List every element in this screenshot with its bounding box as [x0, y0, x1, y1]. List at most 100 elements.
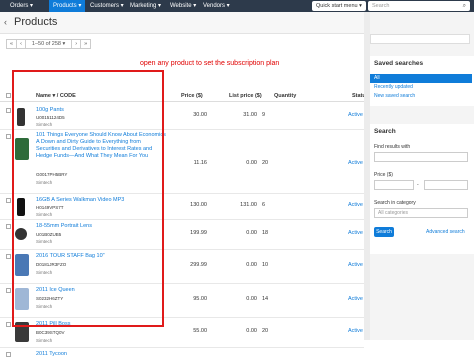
saved-search-all[interactable]: All [370, 74, 472, 83]
products-main: « ‹ 1–50 of 258 ▾ › » open any product t… [0, 34, 369, 357]
table-row[interactable]: 2011 Pill Boss B0C39STQ0V Simtech 55.00 … [0, 318, 367, 348]
table-row[interactable]: 2011 Tycoon [0, 348, 364, 362]
quantity-value[interactable]: 9 [262, 112, 296, 118]
nav-products[interactable]: Products ▾ [49, 0, 86, 12]
nav-website[interactable]: Website ▾ [166, 0, 200, 12]
product-thumbnail[interactable] [15, 138, 29, 160]
list-price-value[interactable]: 131.00 [223, 202, 257, 208]
pager-range-select[interactable]: 1–50 of 258 ▾ [26, 40, 73, 48]
column-name[interactable]: Name ▾ / CODE [36, 93, 76, 99]
product-name-link[interactable]: 2011 Pill Boss [36, 321, 166, 328]
price-value[interactable]: 11.16 [173, 160, 207, 166]
page-title: Products [14, 16, 58, 28]
pager-last-button[interactable]: » [81, 40, 90, 48]
top-search-input[interactable]: Search ⌕ [368, 1, 470, 11]
product-code: U00151124D5 [36, 115, 65, 120]
annotation-text: open any product to set the subscription… [140, 60, 280, 67]
product-thumbnail[interactable] [17, 108, 25, 126]
row-checkbox[interactable] [6, 254, 11, 259]
product-name-link[interactable]: 101 Things Everyone Should Know About Ec… [36, 132, 166, 160]
table-header: Name ▾ / CODE Price ($) List price ($) Q… [0, 90, 369, 102]
product-name-link[interactable]: 18-55mm Portrait Lens [36, 223, 166, 230]
search-icon[interactable]: ⌕ [463, 1, 466, 11]
nav-marketing[interactable]: Marketing ▾ [126, 0, 165, 12]
pager-first-button[interactable]: « [7, 40, 18, 48]
price-value[interactable]: 130.00 [173, 202, 207, 208]
price-value[interactable]: 299.99 [173, 262, 207, 268]
back-arrow-icon[interactable]: ‹ [4, 17, 7, 27]
price-label: Price ($) [374, 172, 393, 178]
saved-search-recently-updated[interactable]: Recently updated [370, 83, 472, 92]
price-value[interactable]: 55.00 [173, 328, 207, 334]
quantity-value[interactable]: 18 [262, 230, 296, 236]
list-price-value[interactable]: 0.00 [223, 296, 257, 302]
price-value[interactable]: 30.00 [173, 112, 207, 118]
nav-customers[interactable]: Customers ▾ [86, 0, 128, 12]
new-saved-search-link[interactable]: New saved search [370, 92, 472, 101]
category-select[interactable]: All categories [374, 208, 468, 218]
product-thumbnail[interactable] [17, 198, 25, 216]
nav-vendors[interactable]: Vendors ▾ [199, 0, 234, 12]
column-price[interactable]: Price ($) [181, 93, 203, 99]
table-row[interactable]: 16GB A Series Walkman Video MP3 H0149VPS… [0, 194, 367, 220]
table-row[interactable]: 100g Pants U00151124D5 Simtech 30.00 31.… [0, 104, 367, 130]
table-row[interactable]: 101 Things Everyone Should Know About Ec… [0, 130, 367, 194]
quantity-value[interactable]: 6 [262, 202, 296, 208]
price-range-dash: - [417, 182, 419, 188]
list-price-value[interactable]: 0.00 [223, 230, 257, 236]
product-name-link[interactable]: 2016 TOUR STAFF Bag 10" [36, 253, 166, 260]
table-row[interactable]: 2016 TOUR STAFF Bag 10" D0181JR3FZO Simt… [0, 250, 367, 284]
list-price-value[interactable]: 0.00 [223, 328, 257, 334]
product-name-link[interactable]: 16GB A Series Walkman Video MP3 [36, 197, 166, 204]
quantity-value[interactable]: 14 [262, 296, 296, 302]
top-navigation-bar: Orders ▾ Products ▾ Customers ▾ Marketin… [0, 0, 474, 12]
list-price-value[interactable]: 31.00 [223, 112, 257, 118]
price-value[interactable]: 199.99 [173, 230, 207, 236]
sidebar-action-button[interactable] [370, 34, 470, 44]
table-row[interactable]: 18-55mm Portrait Lens U01B0ZUB5 Simtech … [0, 220, 367, 250]
product-thumbnail[interactable] [15, 288, 29, 310]
price-from-input[interactable] [374, 180, 414, 190]
search-panel: Search Find results with Price ($) - Sea… [370, 124, 474, 254]
product-name-link[interactable]: 2011 Ice Queen [36, 287, 166, 294]
row-checkbox[interactable] [6, 134, 11, 139]
quick-start-menu[interactable]: Quick start menu ▾ [312, 1, 366, 11]
pager-next-button[interactable]: › [72, 40, 82, 48]
product-vendor: Simtech [36, 338, 53, 343]
price-value[interactable]: 95.00 [173, 296, 207, 302]
search-panel-title: Search [374, 128, 396, 135]
search-button[interactable]: Search [374, 227, 394, 237]
column-quantity[interactable]: Quantity [274, 93, 296, 99]
list-price-value[interactable]: 0.00 [223, 262, 257, 268]
price-to-input[interactable] [424, 180, 468, 190]
quantity-value[interactable]: 10 [262, 262, 296, 268]
row-checkbox[interactable] [6, 198, 11, 203]
column-list-price[interactable]: List price ($) [229, 93, 262, 99]
row-checkbox[interactable] [6, 288, 11, 293]
row-checkbox[interactable] [6, 352, 11, 357]
product-code: B0C39STQ0V [36, 330, 65, 335]
pagination: « ‹ 1–50 of 258 ▾ › » [6, 39, 92, 49]
product-thumbnail[interactable] [15, 322, 29, 342]
select-all-checkbox[interactable] [6, 93, 11, 98]
top-search-placeholder: Search [372, 3, 390, 9]
find-results-input[interactable] [374, 152, 468, 162]
table-row[interactable]: 2011 Ice Queen S0232H6ZTY Simtech 95.00 … [0, 284, 367, 318]
product-name-link[interactable]: 100g Pants [36, 107, 166, 114]
list-price-value[interactable]: 0.00 [223, 160, 257, 166]
row-checkbox[interactable] [6, 322, 11, 327]
nav-orders[interactable]: Orders ▾ [6, 0, 37, 12]
search-in-category-label: Search in category [374, 200, 416, 206]
product-code: D0181JR3FZO [36, 262, 67, 267]
pager-prev-button[interactable]: ‹ [17, 40, 26, 48]
quantity-value[interactable]: 20 [262, 328, 296, 334]
row-checkbox[interactable] [6, 224, 11, 229]
saved-searches-title: Saved searches [374, 60, 424, 67]
quantity-value[interactable]: 20 [262, 160, 296, 166]
advanced-search-link[interactable]: Advanced search [426, 229, 465, 235]
product-name-link[interactable]: 2011 Tycoon [36, 351, 166, 358]
product-thumbnail[interactable] [15, 254, 29, 276]
row-checkbox[interactable] [6, 108, 11, 113]
product-code: H0149VPS7T [36, 205, 64, 210]
product-thumbnail[interactable] [15, 228, 27, 240]
